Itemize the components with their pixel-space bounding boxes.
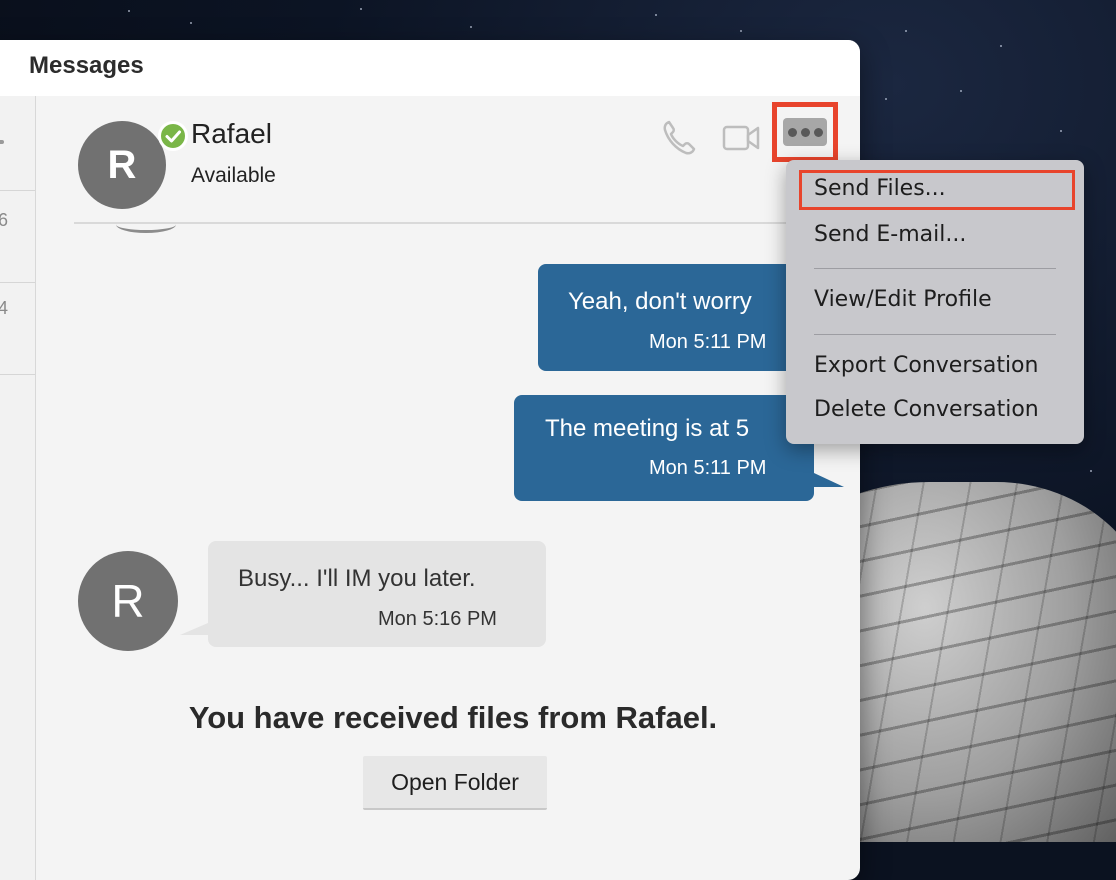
- more-options-icon: [783, 118, 827, 146]
- menu-item-send-email[interactable]: Send E-mail...: [814, 222, 966, 247]
- menu-divider: [814, 334, 1056, 335]
- contact-avatar[interactable]: R: [78, 121, 166, 209]
- contact-name: Rafael: [191, 118, 272, 149]
- sidebar-count: 6: [0, 210, 9, 230]
- checkmark-icon: [158, 121, 188, 151]
- message-time: Mon 5:11 PM: [649, 331, 767, 353]
- open-folder-button[interactable]: Open Folder: [363, 756, 547, 810]
- sidebar-divider: [0, 374, 35, 375]
- title-bar: Messages: [0, 40, 860, 96]
- messages-window: Messages 6 4 R Rafael Available Yeah, do…: [0, 40, 860, 880]
- message-bubble-outgoing: The meeting is at 5 Mon 5:11 PM: [514, 395, 844, 501]
- video-camera-icon[interactable]: [722, 124, 762, 157]
- conversation-pane: R Rafael Available Yeah, don't worry Mon…: [36, 96, 860, 880]
- sidebar-dash-icon: [0, 140, 4, 144]
- menu-item-send-files[interactable]: Send Files...: [814, 176, 946, 201]
- sender-avatar[interactable]: R: [78, 551, 178, 651]
- message-bubble-incoming: Busy... I'll IM you later. Mon 5:16 PM: [180, 541, 546, 647]
- more-options-button[interactable]: [772, 102, 838, 162]
- menu-divider: [814, 268, 1056, 269]
- header-divider: [74, 222, 832, 224]
- message-time: Mon 5:16 PM: [378, 608, 497, 630]
- contact-status: Available: [191, 164, 276, 187]
- message-time: Mon 5:11 PM: [649, 457, 767, 479]
- sidebar-divider: [0, 190, 35, 191]
- menu-item-delete-conversation[interactable]: Delete Conversation: [814, 397, 1039, 422]
- more-options-menu: Send Files... Send E-mail... View/Edit P…: [786, 160, 1084, 444]
- menu-item-view-edit-profile[interactable]: View/Edit Profile: [814, 287, 992, 312]
- phone-icon[interactable]: [659, 118, 699, 163]
- received-files-notice: You have received files from Rafael.: [188, 700, 718, 735]
- window-title: Messages: [29, 52, 144, 79]
- menu-item-export-conversation[interactable]: Export Conversation: [814, 353, 1038, 378]
- scrolled-avatar: [116, 216, 176, 233]
- conversation-sidebar: 6 4: [0, 96, 36, 880]
- message-text: The meeting is at 5: [545, 415, 750, 442]
- sidebar-count: 4: [0, 298, 9, 318]
- sidebar-divider: [0, 282, 35, 283]
- message-text: Yeah, don't worry: [568, 288, 752, 315]
- message-text: Busy... I'll IM you later.: [238, 565, 476, 592]
